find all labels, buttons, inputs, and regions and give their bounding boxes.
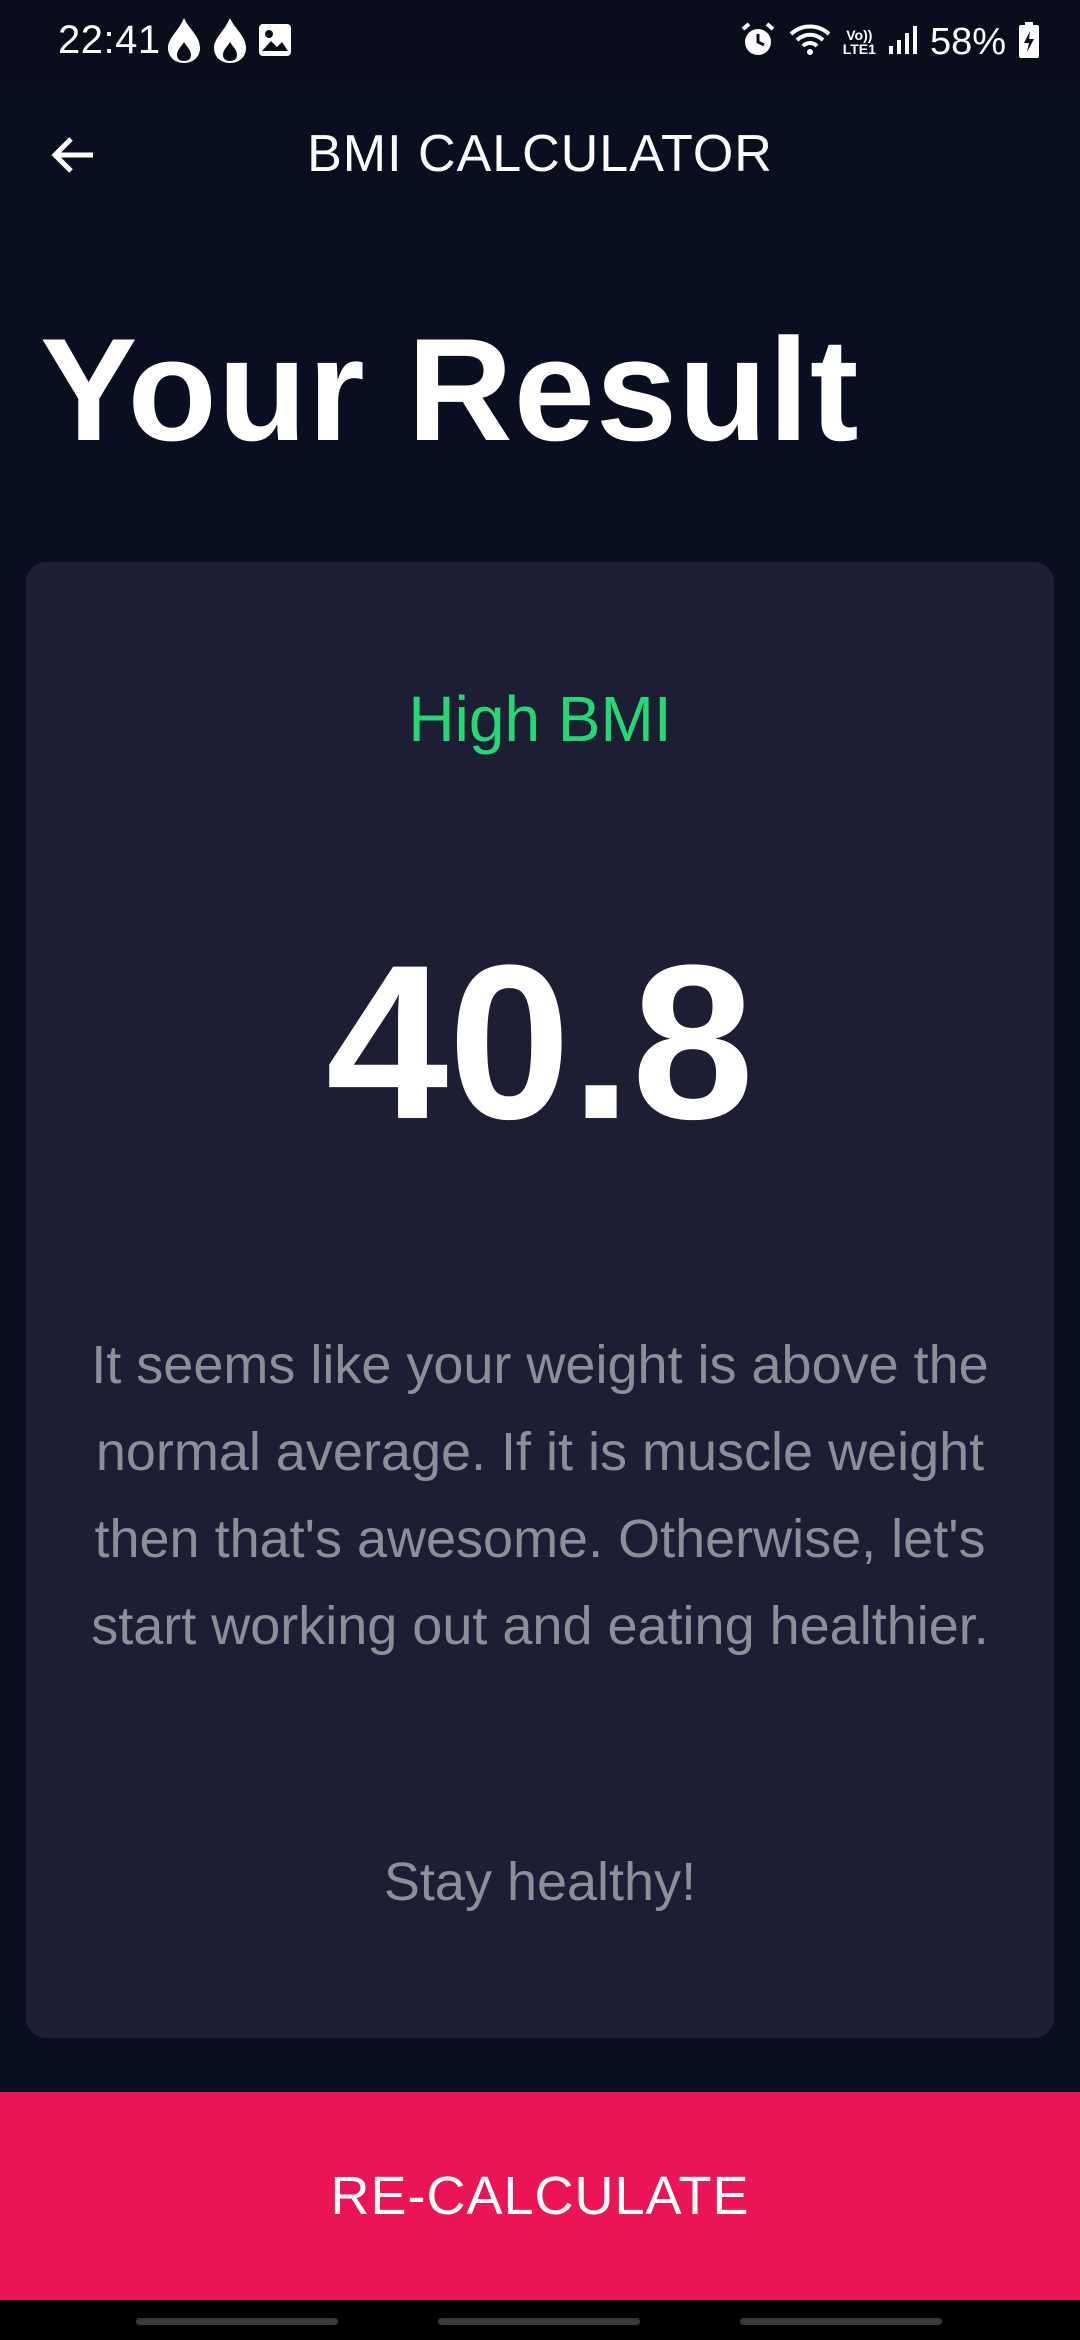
- status-bar: 22:41 Vo)) LTE1 58%: [0, 0, 1080, 84]
- wifi-icon: [789, 22, 831, 63]
- nav-home-handle[interactable]: [438, 2318, 640, 2325]
- recalculate-button[interactable]: RE-CALCULATE: [0, 2092, 1080, 2300]
- nav-recents-handle[interactable]: [136, 2318, 338, 2325]
- image-icon: [258, 23, 292, 62]
- lte-label-bottom: LTE1: [842, 41, 876, 57]
- flame-icon: [212, 16, 248, 69]
- system-icons: Vo)) LTE1 58%: [739, 14, 1040, 70]
- navigation-bar: [0, 2300, 1080, 2340]
- signal-icon: [888, 24, 918, 61]
- bmi-result-screen: 22:41 Vo)) LTE1 58% BMI CALCULATOR Your …: [0, 0, 1080, 2340]
- nav-back-handle[interactable]: [740, 2318, 942, 2325]
- notification-icons: [166, 16, 292, 69]
- page-title: Your Result: [40, 308, 860, 471]
- lte-badge: Vo)) LTE1: [843, 28, 876, 56]
- closing-message: Stay healthy!: [383, 1852, 697, 1912]
- app-bar: BMI CALCULATOR: [0, 84, 1080, 230]
- battery-icon: [1018, 21, 1040, 64]
- result-card: High BMI 40.8 It seems like your weight …: [26, 562, 1054, 2038]
- bmi-interpretation: It seems like your weight is above the n…: [91, 1335, 989, 1656]
- lte-label-top: Vo)): [846, 27, 873, 43]
- bmi-value: 40.8: [325, 919, 755, 1165]
- alarm-icon: [739, 21, 777, 64]
- flame-icon: [166, 16, 202, 69]
- battery-percentage: 58%: [929, 20, 1006, 63]
- status-time: 22:41: [58, 18, 161, 62]
- bmi-status-label: High BMI: [408, 683, 672, 755]
- app-title: BMI CALCULATOR: [307, 125, 773, 183]
